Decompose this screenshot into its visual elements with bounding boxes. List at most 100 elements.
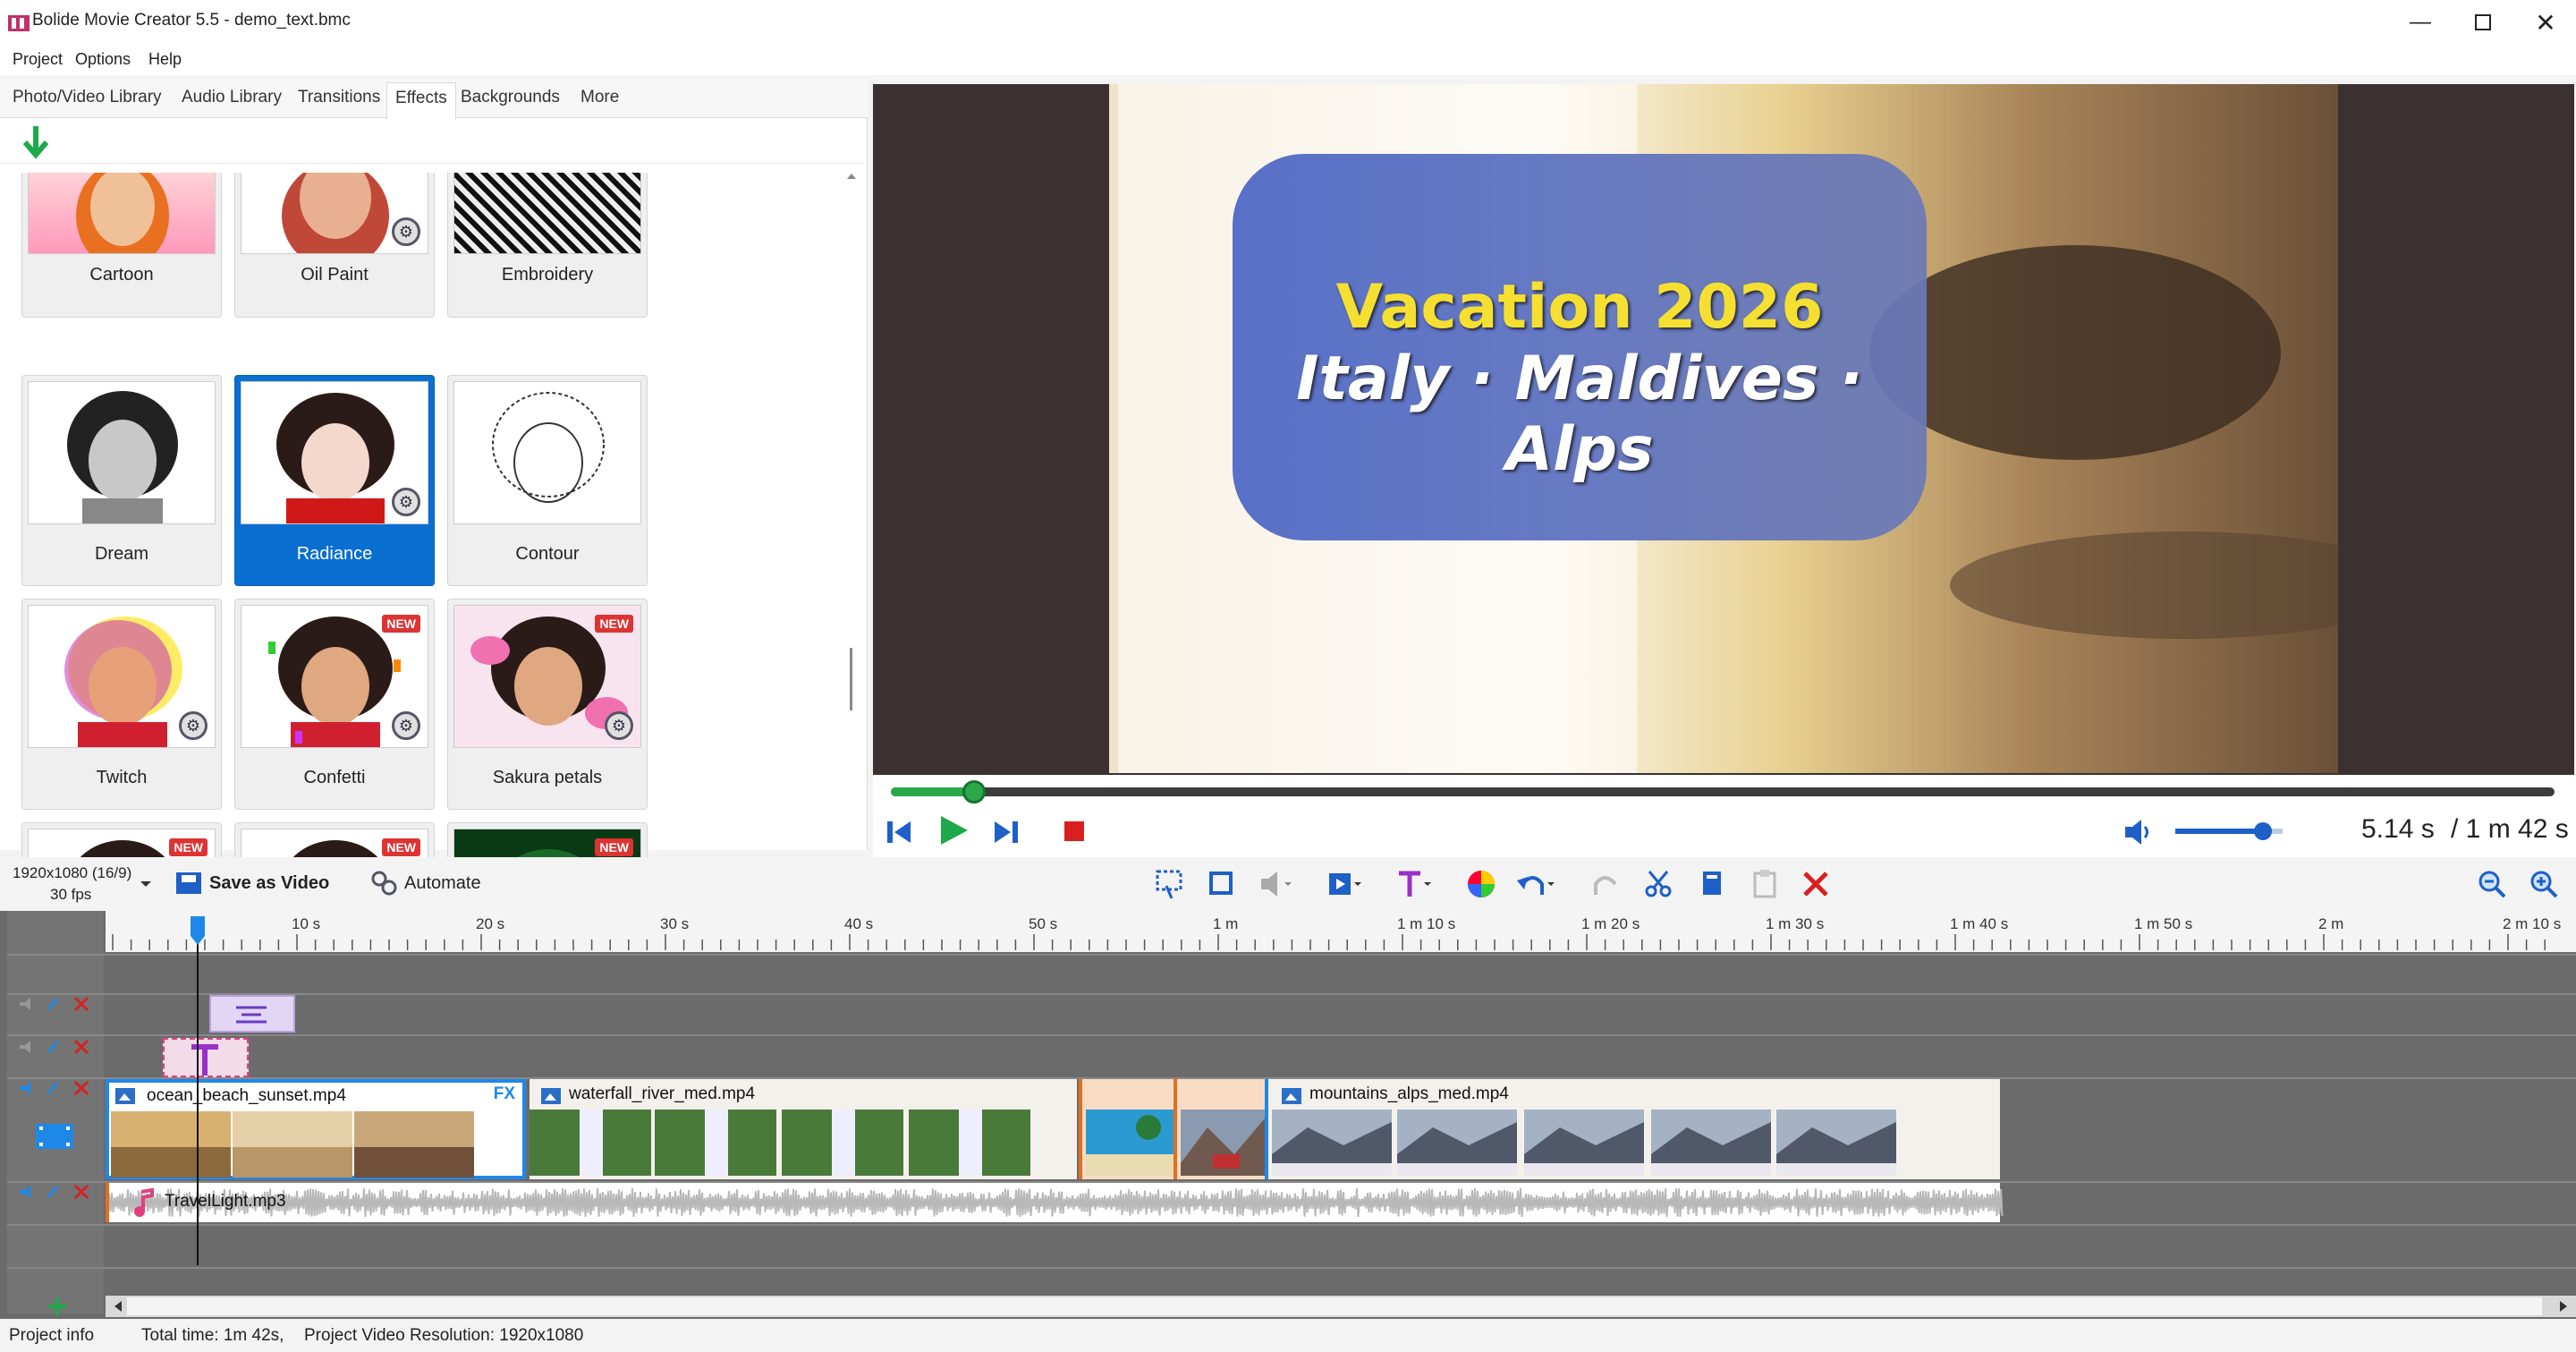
effect-tile-oil-paint[interactable]: ⚙ Oil Paint (234, 173, 435, 318)
resolution-dropdown-icon[interactable] (140, 877, 152, 893)
automate-icon[interactable] (370, 870, 397, 901)
stop-button[interactable] (1063, 820, 1088, 849)
preview-frame[interactable]: Vacation 2026 Italy · Maldives · Alps (1109, 84, 2338, 773)
effect-settings-gear-icon[interactable]: ⚙ (392, 488, 420, 516)
effect-tile-radiance[interactable]: ⚙ Radiance (234, 375, 435, 586)
effect-settings-gear-icon[interactable]: ⚙ (392, 711, 420, 740)
status-resolution: Project Video Resolution: 1920x1080 (304, 1326, 584, 1345)
delete-icon[interactable] (1800, 868, 1832, 905)
effect-tile-confetti[interactable]: NEW ⚙ Confetti (234, 599, 435, 810)
ruler-label: 1 m 40 s (1950, 915, 2008, 932)
text-clip[interactable] (163, 1038, 249, 1077)
ruler-ticks: 10 s 20 s 30 s 40 s 50 s 1 m 1 m 10 s 1 m 20 s 1… (112, 915, 2561, 950)
effect-tile-twitch[interactable]: ⚙ Twitch (21, 599, 222, 810)
transition-clip[interactable] (1079, 1079, 1174, 1179)
resolution-label[interactable]: 1920x1080 (16/9) (13, 864, 131, 882)
select-area-icon[interactable] (1154, 868, 1186, 905)
audio-track-controls (18, 1183, 95, 1205)
volume-icon[interactable] (2122, 816, 2154, 853)
library-panel: Photo/Video Library Audio Library Transi… (0, 79, 868, 921)
add-track-icon[interactable] (47, 1296, 68, 1322)
next-frame-icon[interactable] (989, 816, 1021, 853)
effect-settings-gear-icon[interactable]: ⚙ (392, 217, 420, 246)
time-ruler[interactable]: 10 s 20 s 30 s 40 s 50 s 1 m 1 m 10 s 1 m 20 s 1… (106, 909, 2576, 952)
zoom-out-icon[interactable] (2476, 868, 2508, 905)
audio-clip[interactable]: TravelLight.mp3 (106, 1183, 2004, 1222)
app-logo-icon (7, 13, 30, 34)
effect-tile-dream[interactable]: Dream (21, 375, 222, 586)
redo-icon[interactable] (1590, 868, 1623, 905)
effects-scrollbar[interactable] (841, 168, 862, 922)
new-badge: NEW (382, 838, 420, 856)
save-video-icon[interactable] (175, 870, 202, 901)
audio-clip-name: TravelLight.mp3 (165, 1192, 286, 1211)
video-file-icon (541, 1088, 561, 1104)
undo-icon[interactable] (1515, 868, 1555, 905)
effect-tile-sakura-petals[interactable]: NEW ⚙ Sakura petals (447, 599, 648, 810)
add-to-timeline-arrow-icon[interactable] (18, 124, 54, 165)
effect-tile-embroidery[interactable]: Embroidery (447, 173, 648, 318)
tab-effects[interactable]: Effects (386, 82, 456, 119)
effect-label: Contour (515, 544, 580, 564)
play-button[interactable] (936, 812, 971, 853)
previous-frame-icon[interactable] (884, 816, 916, 853)
copy-icon[interactable] (1696, 868, 1728, 905)
clip-name: waterfall_river_med.mp4 (569, 1084, 756, 1103)
effect-settings-gear-icon[interactable]: ⚙ (605, 711, 633, 740)
automate-button[interactable]: Automate (404, 873, 481, 894)
video-clip[interactable]: mountains_alps_med.mp4 (1265, 1079, 2000, 1179)
twitch-thumbnail: ⚙ (28, 605, 216, 748)
menu-project[interactable]: Project (13, 50, 63, 69)
mute-icon[interactable] (1258, 868, 1293, 905)
ruler-label: 2 m (2318, 915, 2343, 932)
text-clip-icon (191, 1044, 218, 1076)
playhead-handle[interactable] (190, 916, 206, 951)
video-clip[interactable]: waterfall_river_med.mp4 (530, 1079, 1077, 1179)
paste-icon[interactable] (1750, 868, 1782, 905)
tab-backgrounds[interactable]: Backgrounds (461, 88, 560, 107)
tab-transitions[interactable]: Transitions (298, 88, 380, 107)
effect-tile-contour[interactable]: Contour (447, 375, 648, 586)
transition-clip[interactable] (1174, 1079, 1265, 1179)
tab-more[interactable]: More (580, 88, 619, 107)
playback-controls: 5.14 s / 1 m 42 s (873, 775, 2576, 864)
effect-tile-cartoon[interactable]: Cartoon (21, 173, 222, 318)
seek-bar[interactable] (891, 787, 2555, 796)
track-divider (7, 1224, 2576, 1226)
color-icon[interactable] (1465, 868, 1497, 905)
timeline-hscrollbar[interactable] (106, 1296, 2576, 1317)
effect-label: Oil Paint (301, 265, 369, 285)
save-as-video-button[interactable]: Save as Video (209, 873, 329, 894)
title-bar: Bolide Movie Creator 5.5 - demo_text.bmc… (0, 0, 2576, 47)
add-media-icon[interactable] (1326, 868, 1361, 905)
effect-label: Cartoon (89, 265, 154, 285)
seek-handle[interactable] (962, 780, 986, 804)
menu-options[interactable]: Options (75, 50, 131, 69)
effect-label: Twitch (96, 768, 148, 787)
cut-icon[interactable] (1642, 868, 1674, 905)
new-badge: NEW (169, 838, 208, 856)
fx-badge[interactable]: FX (494, 1084, 515, 1104)
transition-thumbnail (1086, 1110, 1174, 1176)
library-toolbar (0, 119, 864, 164)
tab-photo-video-library[interactable]: Photo/Video Library (13, 88, 162, 107)
radiance-thumbnail: ⚙ (241, 381, 428, 524)
overlay-clip[interactable] (209, 995, 295, 1033)
menu-help[interactable]: Help (148, 50, 182, 69)
window-title: Bolide Movie Creator 5.5 - demo_text.bmc (32, 11, 351, 30)
ruler-label: 1 m 50 s (2134, 915, 2192, 932)
add-text-icon[interactable] (1395, 868, 1431, 905)
volume-slider-handle[interactable] (2254, 822, 2273, 840)
crop-icon[interactable] (1206, 868, 1238, 905)
zoom-in-icon[interactable] (2528, 868, 2560, 905)
effect-settings-gear-icon[interactable]: ⚙ (179, 711, 208, 740)
effect-label: Embroidery (501, 265, 594, 285)
total-time: / 1 m 42 s (2451, 814, 2569, 844)
tab-audio-library[interactable]: Audio Library (182, 88, 282, 107)
close-window-button[interactable]: ✕ (2504, 0, 2576, 45)
menu-bar: Project Options Help (0, 47, 2576, 75)
video-clip[interactable]: ocean_beach_sunset.mp4 FX (106, 1079, 526, 1179)
project-toolbar: 1920x1080 (16/9) 30 fps Save as Video Au… (0, 857, 2576, 911)
project-info-link[interactable]: Project info (9, 1326, 94, 1346)
fps-label[interactable]: 30 fps (50, 886, 91, 904)
